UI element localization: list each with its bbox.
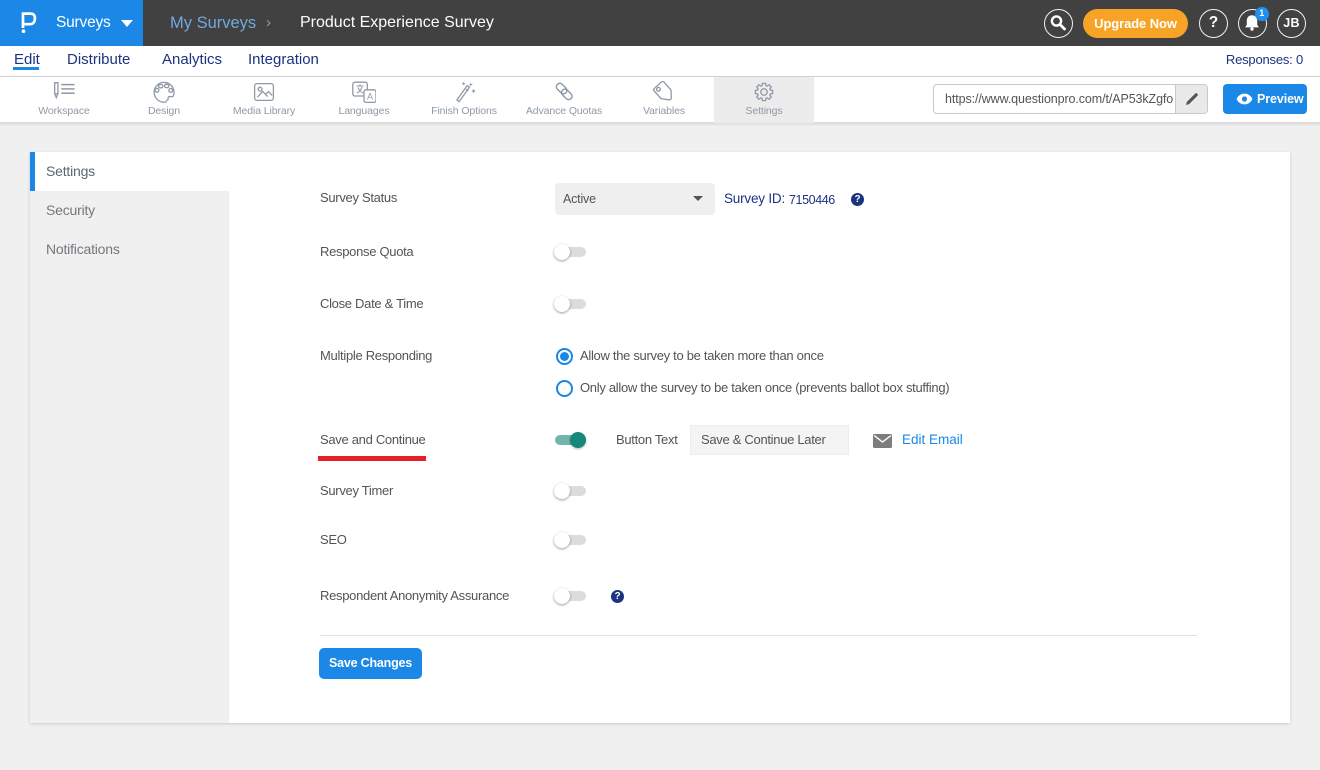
svg-text:A: A — [367, 92, 373, 102]
